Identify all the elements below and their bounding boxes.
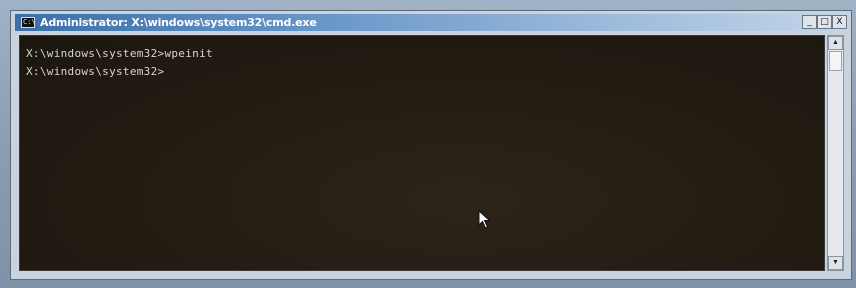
minimize-button[interactable]: _: [802, 15, 817, 29]
cmd-icon[interactable]: C:\: [21, 17, 36, 28]
scroll-thumb[interactable]: [829, 51, 842, 71]
cmd-window: C:\ Administrator: X:\windows\system32\c…: [10, 10, 852, 280]
vertical-scrollbar[interactable]: ▲ ▼: [827, 35, 844, 271]
console-prompt: X:\windows\system32>: [26, 65, 165, 78]
scroll-down-button[interactable]: ▼: [828, 256, 843, 270]
close-button[interactable]: X: [832, 15, 847, 29]
maximize-button[interactable]: □: [817, 15, 832, 29]
window-controls: _ □ X: [802, 14, 847, 29]
desktop: C:\ Administrator: X:\windows\system32\c…: [0, 0, 856, 288]
window-title: Administrator: X:\windows\system32\cmd.e…: [40, 16, 317, 29]
title-bar[interactable]: C:\ Administrator: X:\windows\system32\c…: [15, 14, 847, 31]
console-output[interactable]: X:\windows\system32>wpeinit X:\windows\s…: [19, 35, 825, 271]
console-line: X:\windows\system32>wpeinit: [26, 47, 213, 60]
mouse-pointer-icon: [478, 210, 491, 229]
scroll-up-button[interactable]: ▲: [828, 36, 843, 50]
